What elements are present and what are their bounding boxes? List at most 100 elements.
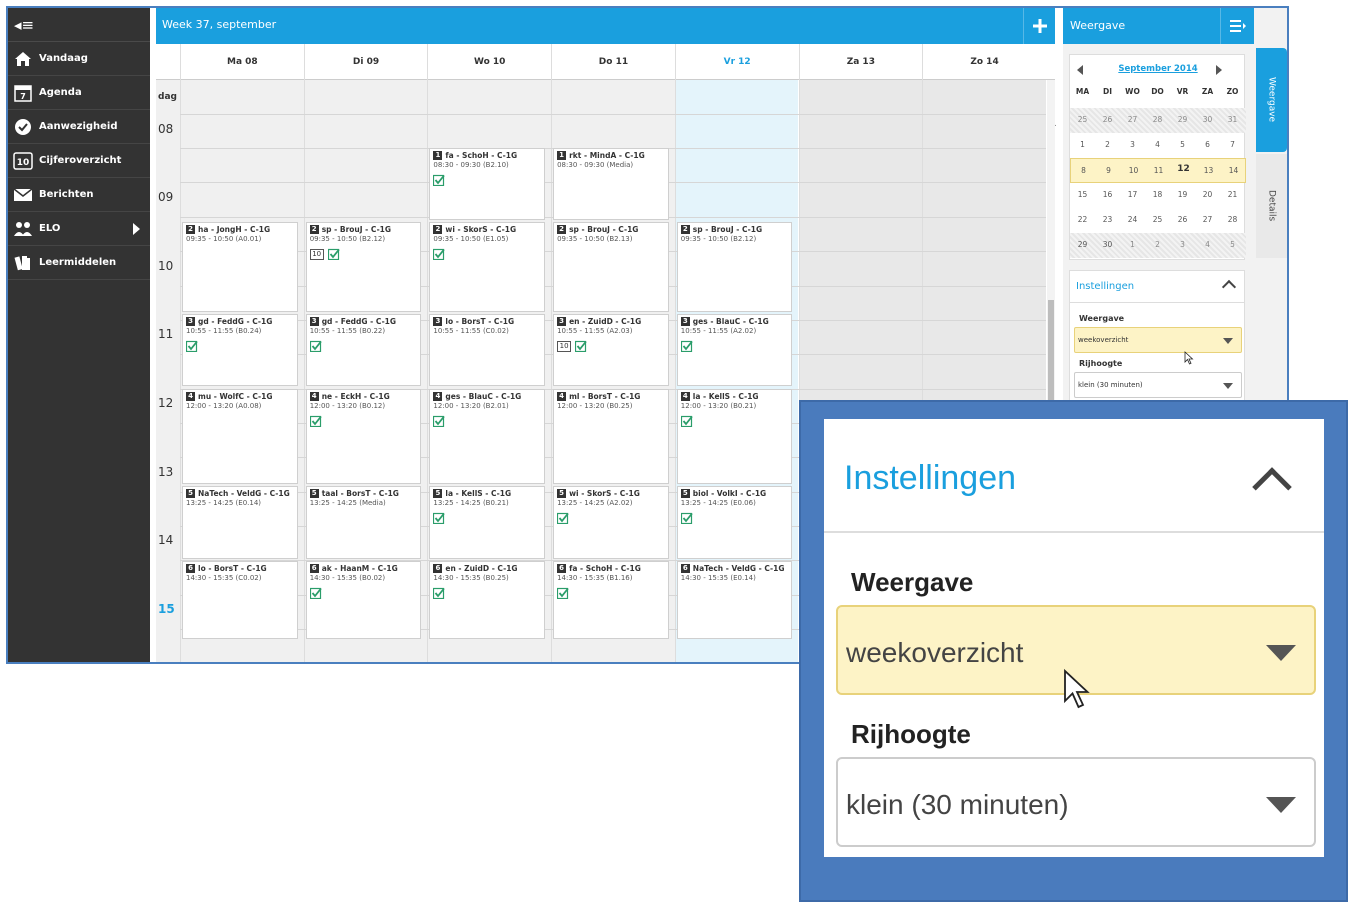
sidebar-item-cijferoverzicht[interactable]: 10 Cijferoverzicht [8, 144, 150, 178]
mini-calendar-day[interactable]: 21 [1220, 190, 1245, 199]
sidebar-item-leermiddelen[interactable]: Leermiddelen [8, 246, 150, 280]
sidebar-item-agenda[interactable]: 7 Agenda [8, 76, 150, 110]
appointment[interactable]: 3 gd - FeddG - C-1G 10:55 - 11:55 (B0.22) [305, 314, 422, 386]
mini-calendar-day[interactable]: 20 [1195, 190, 1220, 199]
mini-calendar-day[interactable]: 7 [1220, 140, 1245, 149]
collapse-menu-icon[interactable]: ◂≡ [8, 8, 150, 42]
appointment[interactable]: 2 sp - BrouJ - C-1G 09:35 - 10:50 (B2.12) [676, 222, 793, 312]
appointment[interactable]: 2 sp - BrouJ - C-1G 09:35 - 10:50 (B2.13) [553, 222, 669, 312]
mini-calendar-day[interactable]: 5 [1220, 240, 1245, 249]
mini-calendar-day[interactable]: 15 [1070, 190, 1095, 199]
day-header[interactable]: Za 13 [798, 44, 923, 80]
mini-calendar-day[interactable]: 25 [1070, 115, 1095, 124]
appointment[interactable]: 6 NaTech - VeldG - C-1G 14:30 - 15:35 (E0.… [676, 561, 793, 639]
appointment[interactable]: 3 ges - BlauC - C-1G 10:55 - 11:55 (A2.02) [676, 314, 793, 386]
mini-calendar-day[interactable]: 12 [1171, 164, 1196, 174]
day-header[interactable]: Di 09 [303, 44, 428, 80]
mini-calendar-day[interactable]: 31 [1220, 115, 1245, 124]
mini-calendar-day[interactable]: 29 [1070, 240, 1095, 249]
week-row[interactable]: 25 26 27 28 29 30 31 [1070, 108, 1246, 133]
mini-calendar-day[interactable]: 30 [1195, 115, 1220, 124]
appointment[interactable]: 4 ml - BorsT - C-1G 12:00 - 13:20 (B0.25) [553, 389, 669, 484]
zoomed-settings-header[interactable]: Instellingen [824, 419, 1324, 533]
appointment[interactable]: 1 rkt - MindA - C-1G 08:30 - 09:30 (Media) [553, 148, 669, 220]
week-row[interactable]: 1234567 [1070, 133, 1246, 158]
appointment[interactable]: 6 en - ZuidD - C-1G 14:30 - 15:35 (B0.25) [429, 561, 546, 639]
weergave-select[interactable]: weekoverzicht [1074, 327, 1242, 353]
appointment[interactable]: 5 la - KellS - C-1G 13:25 - 14:25 (B0.21) [429, 486, 546, 559]
mini-calendar-day[interactable]: 2 [1145, 240, 1170, 249]
appointment[interactable]: 5 NaTech - VeldG - C-1G 13:25 - 14:25 (E0.… [182, 486, 298, 559]
mini-calendar-day[interactable]: 14 [1221, 166, 1246, 175]
mini-calendar-day[interactable]: 23 [1095, 215, 1120, 224]
zoomed-rijhoogte-select[interactable]: klein (30 minuten) [836, 757, 1316, 847]
mini-calendar-day[interactable]: 17 [1120, 190, 1145, 199]
mini-calendar-day[interactable]: 30 [1095, 240, 1120, 249]
rijhoogte-select[interactable]: klein (30 minuten) [1074, 372, 1242, 398]
mini-calendar-day[interactable]: 13 [1196, 166, 1221, 175]
appointment[interactable]: 2 sp - BrouJ - C-1G 09:35 - 10:50 (B2.12) 1… [305, 222, 422, 312]
appointment[interactable]: 4 ne - EckH - C-1G 12:00 - 13:20 (B0.12) [305, 389, 422, 484]
tab-details[interactable]: Details [1256, 154, 1287, 258]
mini-calendar-day[interactable]: 6 [1195, 140, 1220, 149]
mini-calendar-day[interactable]: 27 [1195, 215, 1220, 224]
mini-calendar-day[interactable]: 18 [1145, 190, 1170, 199]
chevron-up-icon[interactable] [1252, 467, 1292, 507]
next-month-icon[interactable] [1216, 65, 1222, 75]
mini-calendar-day[interactable]: 25 [1145, 215, 1170, 224]
mini-calendar-day[interactable]: 9 [1096, 166, 1121, 175]
mini-calendar-day[interactable]: 22 [1070, 215, 1095, 224]
appointment[interactable]: 5 wi - SkorS - C-1G 13:25 - 14:25 (A2.02) [553, 486, 669, 559]
sidebar-item-aanwezigheid[interactable]: Aanwezigheid [8, 110, 150, 144]
mini-calendar-day[interactable]: 10 [1121, 166, 1146, 175]
mini-calendar-day[interactable]: 28 [1220, 215, 1245, 224]
mini-calendar-day[interactable]: 3 [1120, 140, 1145, 149]
mini-calendar-day[interactable]: 24 [1120, 215, 1145, 224]
mini-calendar-day[interactable]: 5 [1170, 140, 1195, 149]
appointment[interactable]: 3 en - ZuidD - C-1G 10:55 - 11:55 (A2.03) 1… [553, 314, 669, 386]
day-header[interactable]: Wo 10 [427, 44, 551, 80]
mini-calendar-day[interactable]: 26 [1170, 215, 1195, 224]
mini-calendar-day[interactable]: 3 [1170, 240, 1195, 249]
sidebar-item-vandaag[interactable]: Vandaag [8, 42, 150, 76]
mini-calendar-day[interactable]: 27 [1120, 115, 1145, 124]
tab-weergave[interactable]: Weergave [1256, 48, 1287, 152]
appointment[interactable]: 1 fa - SchoH - C-1G 08:30 - 09:30 (B2.10) [429, 148, 546, 220]
week-row[interactable]: 22 23 24 25 26 27 28 [1070, 208, 1246, 233]
mini-calendar-day[interactable]: 28 [1145, 115, 1170, 124]
mini-calendar-day[interactable]: 8 [1071, 166, 1096, 175]
week-row[interactable]: 15 16 17 18 19 20 21 [1070, 183, 1246, 208]
appointment[interactable]: 2 wi - SkorS - C-1G 09:35 - 10:50 (E1.05) [429, 222, 546, 312]
appointment[interactable]: 3 gd - FeddG - C-1G 10:55 - 11:55 (B0.24) [182, 314, 298, 386]
day-header[interactable]: Zo 14 [922, 44, 1046, 80]
chevron-up-icon[interactable] [1221, 279, 1237, 295]
mini-calendar-day[interactable]: 29 [1170, 115, 1195, 124]
mini-calendar-day[interactable]: 4 [1195, 240, 1220, 249]
appointment[interactable]: 4 la - KellS - C-1G 12:00 - 13:20 (B0.21) [676, 389, 793, 484]
appointment[interactable]: 5 taal - BorsT - C-1G 13:25 - 14:25 (Media… [305, 486, 422, 559]
mini-calendar-day[interactable]: 4 [1145, 140, 1170, 149]
appointment[interactable]: 6 ak - HaanM - C-1G 14:30 - 15:35 (B0.02) [305, 561, 422, 639]
mini-calendar-day[interactable]: 11 [1146, 166, 1171, 175]
appointment[interactable]: 6 lo - BorsT - C-1G 14:30 - 15:35 (C0.02) [182, 561, 298, 639]
sidebar-item-elo[interactable]: ELO [8, 212, 150, 246]
appointment[interactable]: 5 biol - VolkI - C-1G 13:25 - 14:25 (E0.06… [676, 486, 793, 559]
appointment[interactable]: 4 mu - WolfC - C-1G 12:00 - 13:20 (A0.08) [182, 389, 298, 484]
sidebar-item-berichten[interactable]: Berichten [8, 178, 150, 212]
mini-calendar-day[interactable]: 26 [1095, 115, 1120, 124]
mini-calendar-day[interactable]: 16 [1095, 190, 1120, 199]
settings-header[interactable]: Instellingen [1070, 271, 1244, 303]
mini-calendar-day[interactable]: 1 [1070, 140, 1095, 149]
appointment[interactable]: 4 ges - BlauC - C-1G 12:00 - 13:20 (B2.01) [429, 389, 546, 484]
mini-calendar-day[interactable]: 1 [1120, 240, 1145, 249]
mini-calendar-day[interactable]: 2 [1095, 140, 1120, 149]
week-row[interactable]: 29 30 1 2 3 4 5 [1070, 233, 1246, 258]
week-row[interactable]: 8 9 10 11 12 13 14 [1070, 158, 1246, 183]
appointment[interactable]: 6 fa - SchoH - C-1G 14:30 - 15:35 (B1.16) [553, 561, 669, 639]
mini-calendar-day[interactable]: 19 [1170, 190, 1195, 199]
appointment[interactable]: 2 ha - JongH - C-1G 09:35 - 10:50 (A0.01) [182, 222, 298, 312]
panel-menu-button[interactable] [1220, 8, 1254, 44]
add-button[interactable] [1023, 8, 1055, 44]
day-header[interactable]: Vr 12 [674, 44, 799, 80]
appointment[interactable]: 3 lo - BorsT - C-1G 10:55 - 11:55 (C0.02) [429, 314, 546, 386]
